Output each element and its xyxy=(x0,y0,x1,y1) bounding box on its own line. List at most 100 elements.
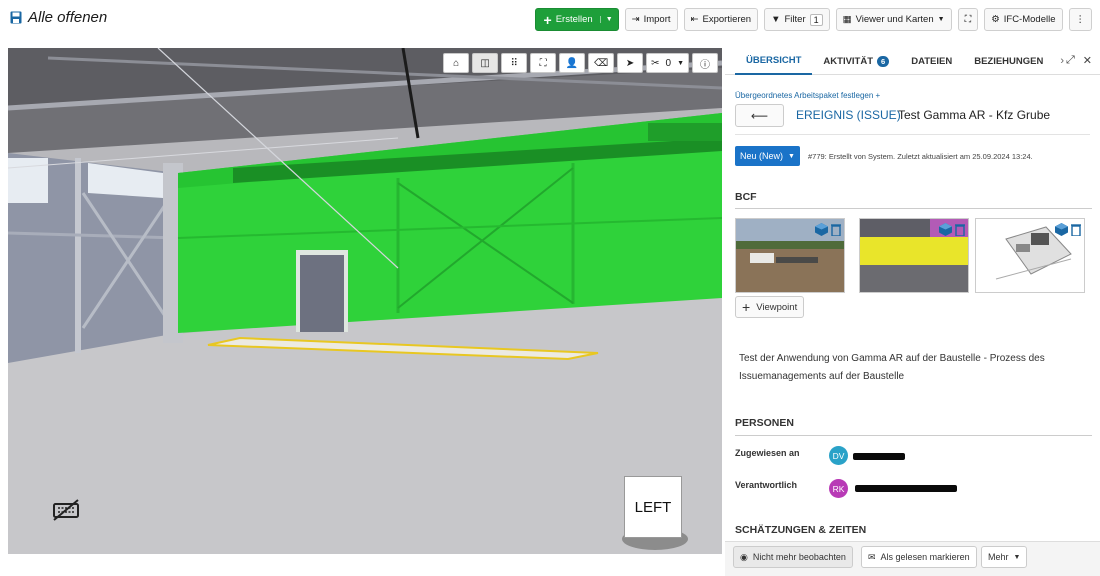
mark-read-button[interactable]: ✉ Als gelesen markieren xyxy=(861,546,977,568)
eraser-button[interactable]: ⌫ xyxy=(588,53,615,73)
first-person-button[interactable]: 👤 xyxy=(559,53,586,73)
work-package-subject[interactable]: Test Gamma AR - Kfz Grube xyxy=(898,108,1050,122)
close-icon[interactable]: ✕ xyxy=(1083,54,1092,67)
fullscreen-button[interactable]: ⛶ xyxy=(957,8,979,31)
import-button[interactable]: ⇥ Import xyxy=(624,8,678,31)
plus-icon: + xyxy=(742,299,751,315)
viewer-maps-button[interactable]: ▦ Viewer und Karten ▼ xyxy=(835,8,952,31)
avatar[interactable]: DV xyxy=(829,446,848,465)
bim-viewer[interactable]: ⌂ ◫ ⠿ ⛶ 👤 ⌫ ➤ ✂ 0 ▼ ⓘ LEFT xyxy=(8,48,722,554)
perspective-button[interactable]: ◫ xyxy=(472,53,499,73)
assigned-to-label: Zugewiesen an xyxy=(735,448,800,458)
description-text[interactable]: Test der Anwendung von Gamma AR auf der … xyxy=(739,350,1074,386)
divider xyxy=(735,435,1092,436)
export-icon: ⇤ xyxy=(690,14,699,25)
chevron-down-icon: ▼ xyxy=(937,16,945,23)
expand-icon[interactable]: ⤢ xyxy=(1066,54,1075,67)
select-button[interactable]: ➤ xyxy=(617,53,644,73)
gear-icon: ⚙ xyxy=(991,14,1000,25)
work-package-type[interactable]: EREIGNIS (ISSUE) xyxy=(796,108,901,122)
info-icon: ⓘ xyxy=(700,59,710,71)
tab-activity[interactable]: AKTIVITÄT 6 xyxy=(812,48,900,75)
tab-label: BEZIEHUNGEN xyxy=(974,55,1044,67)
cube-icon[interactable] xyxy=(939,223,952,236)
tab-label: DATEIEN xyxy=(911,55,953,67)
responsible-label: Verantwortlich xyxy=(735,480,798,490)
ifc-models-button[interactable]: ⚙ IFC-Modelle xyxy=(984,8,1063,31)
main-toolbar: + Erstellen ▼ ⇥ Import ⇤ Exportieren ▼ F… xyxy=(534,8,1092,31)
page-title[interactable]: Alle offenen xyxy=(28,9,107,26)
panel-footer: ◉ Nicht mehr beobachten ✉ Als gelesen ma… xyxy=(725,541,1100,576)
viewpoint-label: Viewpoint xyxy=(756,301,798,313)
trash-icon[interactable] xyxy=(955,223,965,236)
kebab-icon: ⋮ xyxy=(1075,14,1086,25)
layout-icon: ▦ xyxy=(842,14,852,25)
unwatch-button[interactable]: ◉ Nicht mehr beobachten xyxy=(733,546,853,568)
set-parent-link[interactable]: Übergeordnetes Arbeitspaket festlegen + xyxy=(735,91,880,100)
trash-icon[interactable] xyxy=(831,223,841,236)
viewpoint-thumbnail[interactable] xyxy=(859,218,969,293)
create-button[interactable]: + Erstellen ▼ xyxy=(534,8,619,31)
unwatch-label: Nicht mehr beobachten xyxy=(752,552,846,562)
tab-relations[interactable]: BEZIEHUNGEN xyxy=(963,48,1054,75)
keyboard-disabled-icon[interactable] xyxy=(52,498,80,522)
filter-label: Filter xyxy=(784,14,806,25)
ifc-label: IFC-Modelle xyxy=(1003,14,1056,25)
detail-tabs: ÜBERSICHT AKTIVITÄT 6 DATEIEN BEZIEHUNGE… xyxy=(725,48,1100,75)
navigation-cube[interactable]: LEFT xyxy=(624,476,682,538)
more-dropdown[interactable]: Mehr ▼ xyxy=(981,546,1028,568)
cube-icon[interactable] xyxy=(1055,223,1068,236)
trash-icon[interactable] xyxy=(1071,223,1081,236)
back-button[interactable]: ⟵ xyxy=(735,104,784,127)
save-icon[interactable] xyxy=(10,11,22,24)
activity-badge: 6 xyxy=(877,55,890,67)
tab-files[interactable]: DATEIEN xyxy=(900,48,963,75)
cube-icon[interactable] xyxy=(815,223,828,236)
panel-window-controls: ⤢ ✕ xyxy=(1066,54,1092,67)
scissors-icon: ✂ xyxy=(651,57,660,69)
redacted-name xyxy=(853,453,905,460)
mark-read-label: Als gelesen markieren xyxy=(880,552,970,562)
tab-label: AKTIVITÄT xyxy=(823,55,874,67)
home-icon: ⌂ xyxy=(453,57,460,69)
filter-button[interactable]: ▼ Filter 1 xyxy=(764,8,830,31)
home-view-button[interactable]: ⌂ xyxy=(443,53,470,73)
avatar[interactable]: RK xyxy=(829,479,848,498)
mark-read-icon: ✉ xyxy=(868,551,876,562)
floorplan-render xyxy=(976,219,1084,292)
details-panel: ÜBERSICHT AKTIVITÄT 6 DATEIEN BEZIEHUNGE… xyxy=(725,48,1100,576)
plus-icon: + xyxy=(875,91,881,100)
import-icon: ⇥ xyxy=(631,14,640,25)
persons-section-title: PERSONEN xyxy=(735,417,794,429)
filter-count: 1 xyxy=(809,13,823,26)
top-bar: Alle offenen + Erstellen ▼ ⇥ Import ⇤ Ex… xyxy=(0,0,1100,40)
export-button[interactable]: ⇤ Exportieren xyxy=(683,8,759,31)
cube-icon: ◫ xyxy=(480,57,490,69)
status-dropdown[interactable]: Neu (New) ▼ xyxy=(735,146,800,166)
viewpoint-thumbnail[interactable] xyxy=(975,218,1085,293)
tab-overview[interactable]: ÜBERSICHT xyxy=(735,48,813,75)
viewpoint-thumbnail[interactable] xyxy=(735,218,845,293)
fit-view-button[interactable]: ⛶ xyxy=(530,53,557,73)
divider xyxy=(735,208,1092,209)
arrow-left-icon: ⟵ xyxy=(750,108,769,123)
fit-icon: ⛶ xyxy=(539,57,547,69)
cursor-icon: ➤ xyxy=(625,57,635,69)
export-label: Exportieren xyxy=(702,14,752,25)
title-area: Alle offenen xyxy=(10,9,107,26)
redacted-name xyxy=(855,485,957,492)
grid-button[interactable]: ⠿ xyxy=(501,53,528,73)
viewer-canvas[interactable] xyxy=(8,48,722,554)
add-viewpoint-button[interactable]: + Viewpoint xyxy=(735,296,805,318)
person-icon: 👤 xyxy=(565,57,579,69)
bcf-section-title: BCF xyxy=(735,191,757,203)
import-label: Import xyxy=(643,14,671,25)
more-menu-button[interactable]: ⋮ xyxy=(1068,8,1092,31)
tab-label: ÜBERSICHT xyxy=(746,54,802,66)
filter-icon: ▼ xyxy=(771,14,781,25)
eraser-icon: ⌫ xyxy=(594,57,609,69)
section-plane-button[interactable]: ✂ 0 ▼ xyxy=(646,53,689,73)
fullscreen-icon: ⛶ xyxy=(964,14,972,25)
info-button[interactable]: ⓘ xyxy=(692,53,718,73)
parent-link-label: Übergeordnetes Arbeitspaket festlegen xyxy=(735,91,874,100)
